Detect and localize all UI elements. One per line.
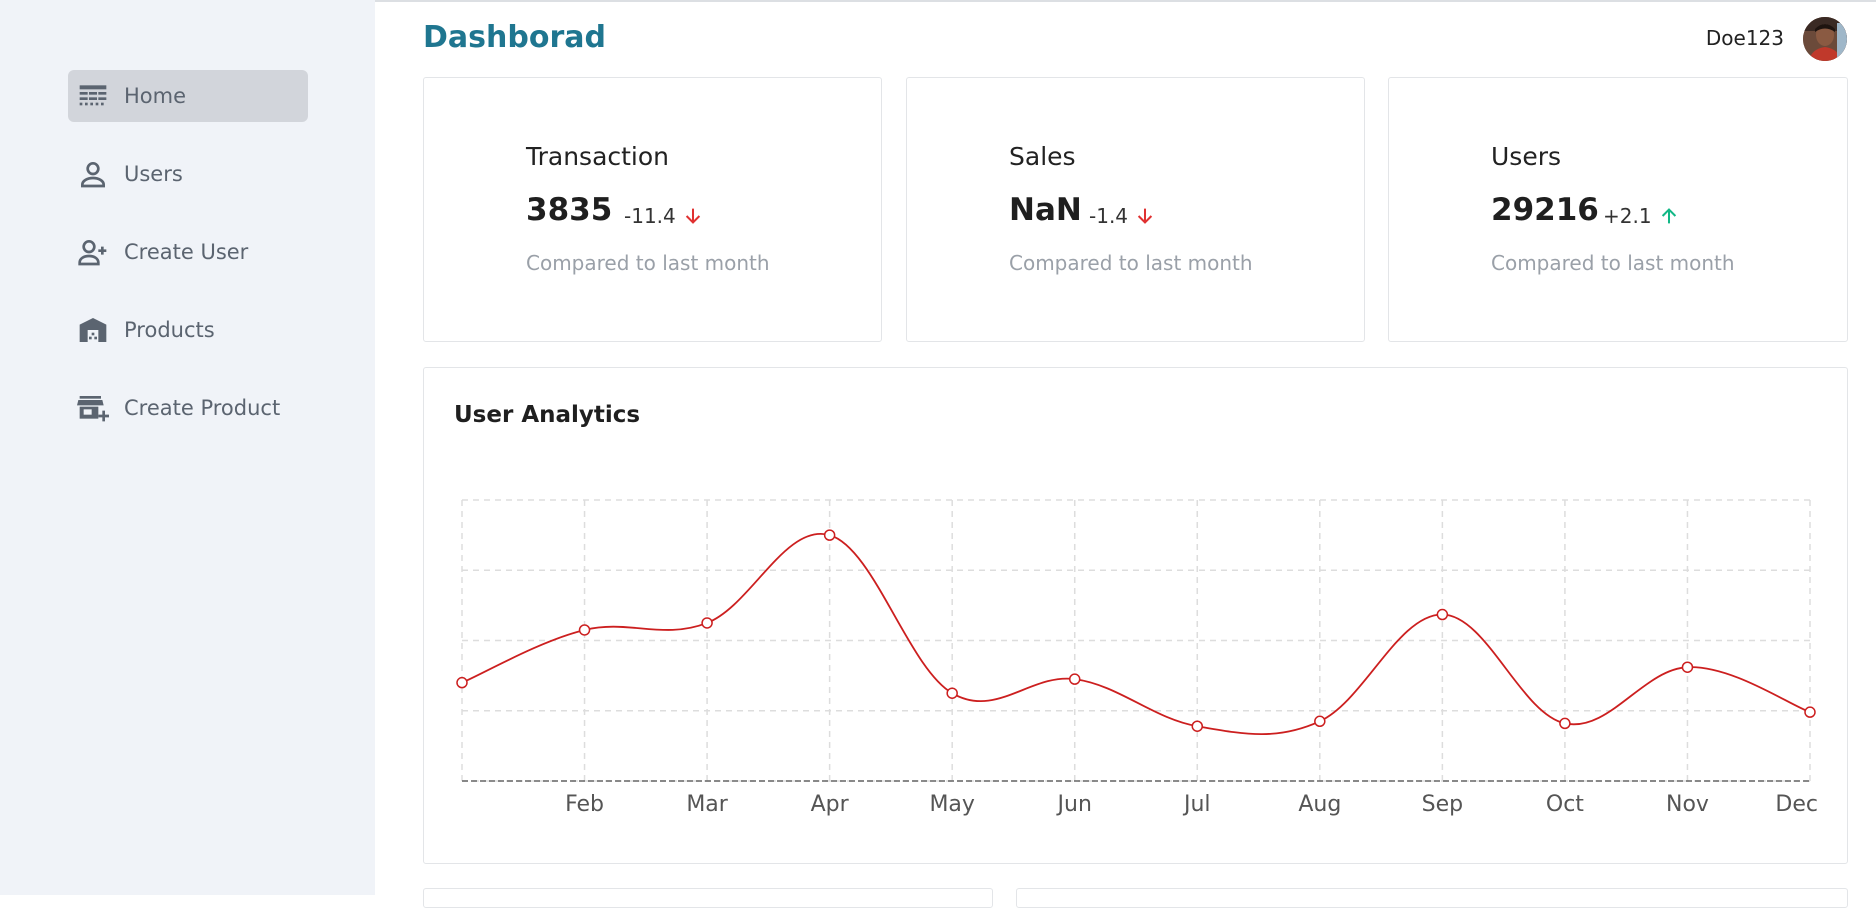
bottom-card-left	[423, 888, 993, 908]
data-point-aug	[1314, 715, 1326, 728]
stat-delta-value: +2.1	[1603, 204, 1652, 228]
data-point-may	[946, 687, 958, 699]
stat-card-transaction: Transaction 3835 -11.4 Compared to last …	[423, 77, 882, 342]
data-point-nov	[1681, 661, 1694, 673]
warehouse-icon	[76, 313, 110, 347]
data-point-sep	[1436, 608, 1449, 621]
stat-delta-value: -11.4	[624, 204, 676, 228]
bottom-card-right	[1016, 888, 1848, 908]
avatar[interactable]	[1803, 17, 1847, 61]
page-title: Dashborad	[423, 20, 606, 55]
x-tick-label: Oct	[1546, 792, 1584, 817]
x-tick-label: Feb	[565, 792, 604, 817]
x-tick-label: Dec	[1775, 792, 1818, 817]
stat-value: 3835	[526, 192, 613, 228]
stat-note: Compared to last month	[526, 251, 770, 275]
x-tick-label: Sep	[1422, 792, 1463, 817]
sidebar-item-label: Create User	[124, 240, 249, 264]
stat-note: Compared to last month	[1009, 251, 1253, 275]
data-point-dec	[1804, 706, 1816, 718]
username: Doe123	[1705, 26, 1784, 50]
sidebar-item-users[interactable]: Users	[68, 148, 308, 200]
sidebar-item-create-user[interactable]: Create User	[68, 226, 308, 278]
data-point-jul	[1191, 720, 1204, 732]
sidebar: Home Users Create User Products Create P…	[0, 0, 375, 895]
user-analytics-card: User Analytics Feb Mar Apr May Jun Jul Aug Sep O…	[423, 367, 1848, 864]
sidebar-item-create-product[interactable]: Create Product	[68, 382, 308, 434]
x-tick-label: May	[929, 792, 974, 817]
stat-title: Users	[1491, 142, 1562, 171]
series-line	[461, 532, 1811, 736]
arrow-down-icon	[685, 208, 700, 224]
x-tick-label: Aug	[1298, 792, 1341, 817]
x-tick-label: Jul	[1182, 792, 1211, 817]
add-user-icon	[76, 235, 110, 269]
data-point-oct	[1559, 717, 1571, 730]
stat-delta: -1.4	[1089, 204, 1156, 228]
arrow-down-icon	[1137, 208, 1153, 224]
stat-delta-value: -1.4	[1089, 204, 1129, 228]
sidebar-item-products[interactable]: Products	[68, 304, 308, 356]
stat-card-users: Users 29216 +2.1 Compared to last month	[1388, 77, 1848, 342]
stat-title: Transaction	[526, 142, 670, 171]
sidebar-item-home[interactable]: Home	[68, 70, 308, 122]
user-analytics-chart: Feb Mar Apr May Jun Jul Aug Sep Oct Nov Dec	[456, 499, 1818, 817]
stat-value: NaN	[1009, 192, 1082, 228]
data-point-jan	[456, 676, 468, 689]
sidebar-item-label: Products	[124, 318, 215, 342]
sidebar-item-label: Create Product	[124, 396, 281, 420]
stat-value: 29216	[1491, 192, 1599, 228]
x-tick-label: Jun	[1056, 792, 1092, 817]
data-point-jun	[1068, 673, 1081, 685]
x-tick-label: Mar	[686, 792, 728, 817]
stat-delta: -11.4	[624, 204, 704, 228]
data-point-mar	[701, 617, 713, 629]
sidebar-item-label: Home	[124, 84, 187, 108]
x-tick-label: Nov	[1666, 792, 1709, 817]
add-store-icon	[76, 391, 110, 425]
user-icon	[76, 157, 110, 191]
stat-card-sales: Sales NaN -1.4 Compared to last month	[906, 77, 1365, 342]
stat-title: Sales	[1009, 142, 1076, 171]
data-point-feb	[578, 624, 591, 636]
sidebar-item-label: Users	[124, 162, 183, 186]
home-grid-icon	[76, 79, 110, 113]
stat-delta: +2.1	[1603, 204, 1680, 228]
arrow-up-icon	[1661, 208, 1676, 224]
x-tick-label: Apr	[811, 792, 850, 817]
data-point-apr	[823, 529, 836, 541]
stat-note: Compared to last month	[1491, 251, 1735, 275]
